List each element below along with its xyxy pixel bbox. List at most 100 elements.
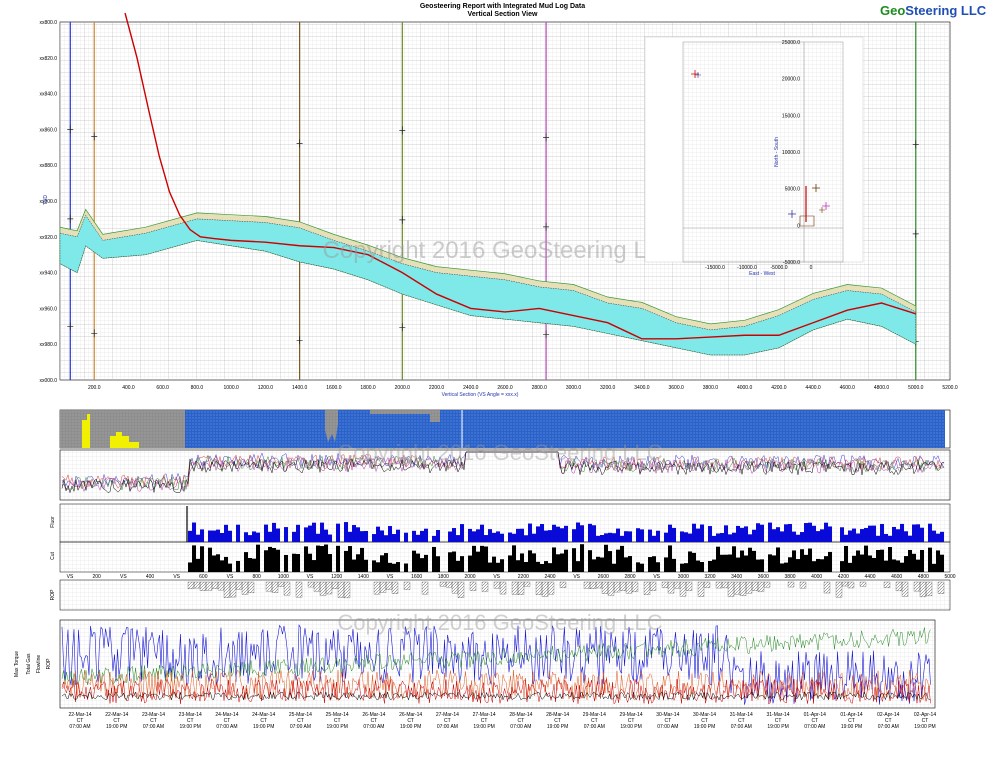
fluor-bar	[396, 529, 400, 542]
vs-x-tick: 4000.0	[737, 385, 753, 391]
cut-bar	[784, 562, 788, 572]
time-tick-label: 07:00 AM	[510, 724, 531, 730]
rop-hatch-bar	[697, 581, 705, 597]
fluor-bar	[596, 535, 600, 542]
fluor-bar	[892, 526, 896, 542]
vs-x-tick: 3600.0	[669, 385, 685, 391]
fluor-bar	[720, 533, 724, 542]
rop-hatch-bar	[631, 581, 639, 592]
fluor-bar	[928, 523, 932, 542]
fluor-bar	[492, 532, 496, 542]
geosteering-report-chart: 200.0 400.0 600.0 800.0 1000.0 1200.0 1400.0 16…	[14, 12, 958, 730]
rop-hatch-bar	[481, 581, 489, 592]
cut-bar	[848, 562, 852, 572]
fluor-bar	[780, 531, 784, 542]
plan-view-inset: -15000.0 -10000.0 -5000.0 025000.020000.015…	[644, 36, 864, 277]
fluor-bar	[808, 522, 812, 542]
vs-axis-tick: 2600	[598, 574, 609, 580]
cut-bar	[404, 563, 408, 572]
cut-bar	[576, 561, 580, 572]
cut-bar	[552, 547, 556, 572]
fluor-bar	[908, 535, 912, 542]
fluor-bar	[912, 524, 916, 542]
cut-bar	[220, 560, 224, 572]
cut-bar	[620, 545, 624, 572]
cut-bar	[816, 558, 820, 572]
rop-hatch-bar	[229, 581, 237, 598]
rop-hatch-bar	[841, 581, 849, 587]
vs-axis-tick: 3000	[678, 574, 689, 580]
fluor-bar	[788, 523, 792, 542]
cut-bar	[896, 560, 900, 572]
fluor-bar	[796, 534, 800, 542]
watermark: Copyright 2016 GeoSteering LLC	[323, 237, 678, 264]
cut-bar	[480, 545, 484, 572]
time-x-ticks: 22-Mar-14CT07:00 AM22-Mar-14CT19:00 PM23…	[68, 712, 936, 730]
vs-y-tick: xx940.0	[39, 271, 57, 277]
fluor-bar	[640, 529, 644, 542]
vs-x-tick: 2600.0	[497, 385, 513, 391]
fluor-bar	[880, 523, 884, 542]
cut-bar	[528, 550, 532, 572]
fluor-bar	[844, 534, 848, 542]
fluor-bar	[856, 533, 860, 542]
rop-hatch-bar	[493, 581, 501, 589]
time-tick-label: 19:00 PM	[180, 724, 201, 730]
vs-axis-tick: 2000	[464, 574, 475, 580]
time-tick-label: 07:00 AM	[69, 724, 90, 730]
fluor-bar	[588, 523, 592, 542]
cut-bar	[872, 557, 876, 572]
y-label-flowline: Flowline	[36, 655, 42, 674]
rop-hatch-bar	[379, 581, 387, 593]
cut-bar	[680, 563, 684, 572]
cut-bar	[412, 550, 416, 572]
vs-x-tick: 4200.0	[771, 385, 787, 391]
rop-hatch-bar	[211, 581, 219, 589]
cut-bar	[868, 555, 872, 572]
fluor-bar	[356, 527, 360, 542]
time-tick-label: 19:00 PM	[326, 724, 347, 730]
cut-bar	[900, 562, 904, 572]
inset-y-tick: 10000.0	[782, 150, 800, 156]
fluor-bar	[348, 531, 352, 542]
vs-x-tick: 800.0	[191, 385, 204, 391]
rop-hatch-bar	[217, 581, 225, 591]
fluor-bar	[696, 528, 700, 542]
fluor-bar	[336, 523, 340, 542]
rop-hatch-bar	[745, 581, 753, 594]
fluor-bar	[736, 525, 740, 542]
time-tick-label: 19:00 PM	[620, 724, 641, 730]
rop-hatch-bar	[925, 581, 933, 597]
cut-bar	[912, 553, 916, 572]
rop-hatch-bar	[583, 581, 591, 589]
fluor-bar	[424, 528, 428, 542]
vs-axis-tick: 2800	[624, 574, 635, 580]
cut-bar	[776, 547, 780, 572]
time-tick-label: 19:00 PM	[914, 724, 935, 730]
fluor-bar	[648, 529, 652, 542]
fluor-bar	[316, 533, 320, 542]
cut-bar	[448, 552, 452, 572]
track-label-rop: ROP	[50, 589, 56, 601]
fluor-bar	[420, 530, 424, 542]
y-label-rop: ROP	[46, 658, 52, 670]
cut-bar	[516, 560, 520, 572]
cut-bar	[700, 562, 704, 572]
cut-bar	[752, 550, 756, 572]
rop-hatch-bar	[721, 581, 729, 589]
fluor-bar	[536, 526, 540, 542]
cut-bar	[500, 559, 504, 572]
fluor-bar	[936, 533, 940, 542]
fluor-bar	[552, 524, 556, 542]
time-tick-label: 07:00 AM	[363, 724, 384, 730]
vs-x-tick: 1800.0	[360, 385, 376, 391]
cut-bar	[196, 558, 200, 572]
vs-y-tick: xx000.0	[39, 378, 57, 384]
vs-y-tick: xx800.0	[39, 20, 57, 26]
track-label-cut: Cut	[50, 551, 56, 559]
rop-hatch-bar	[385, 581, 393, 590]
fluor-bar	[668, 524, 672, 542]
fluor-bar	[496, 531, 500, 542]
cut-bar	[188, 562, 192, 572]
cut-bar	[472, 545, 476, 572]
